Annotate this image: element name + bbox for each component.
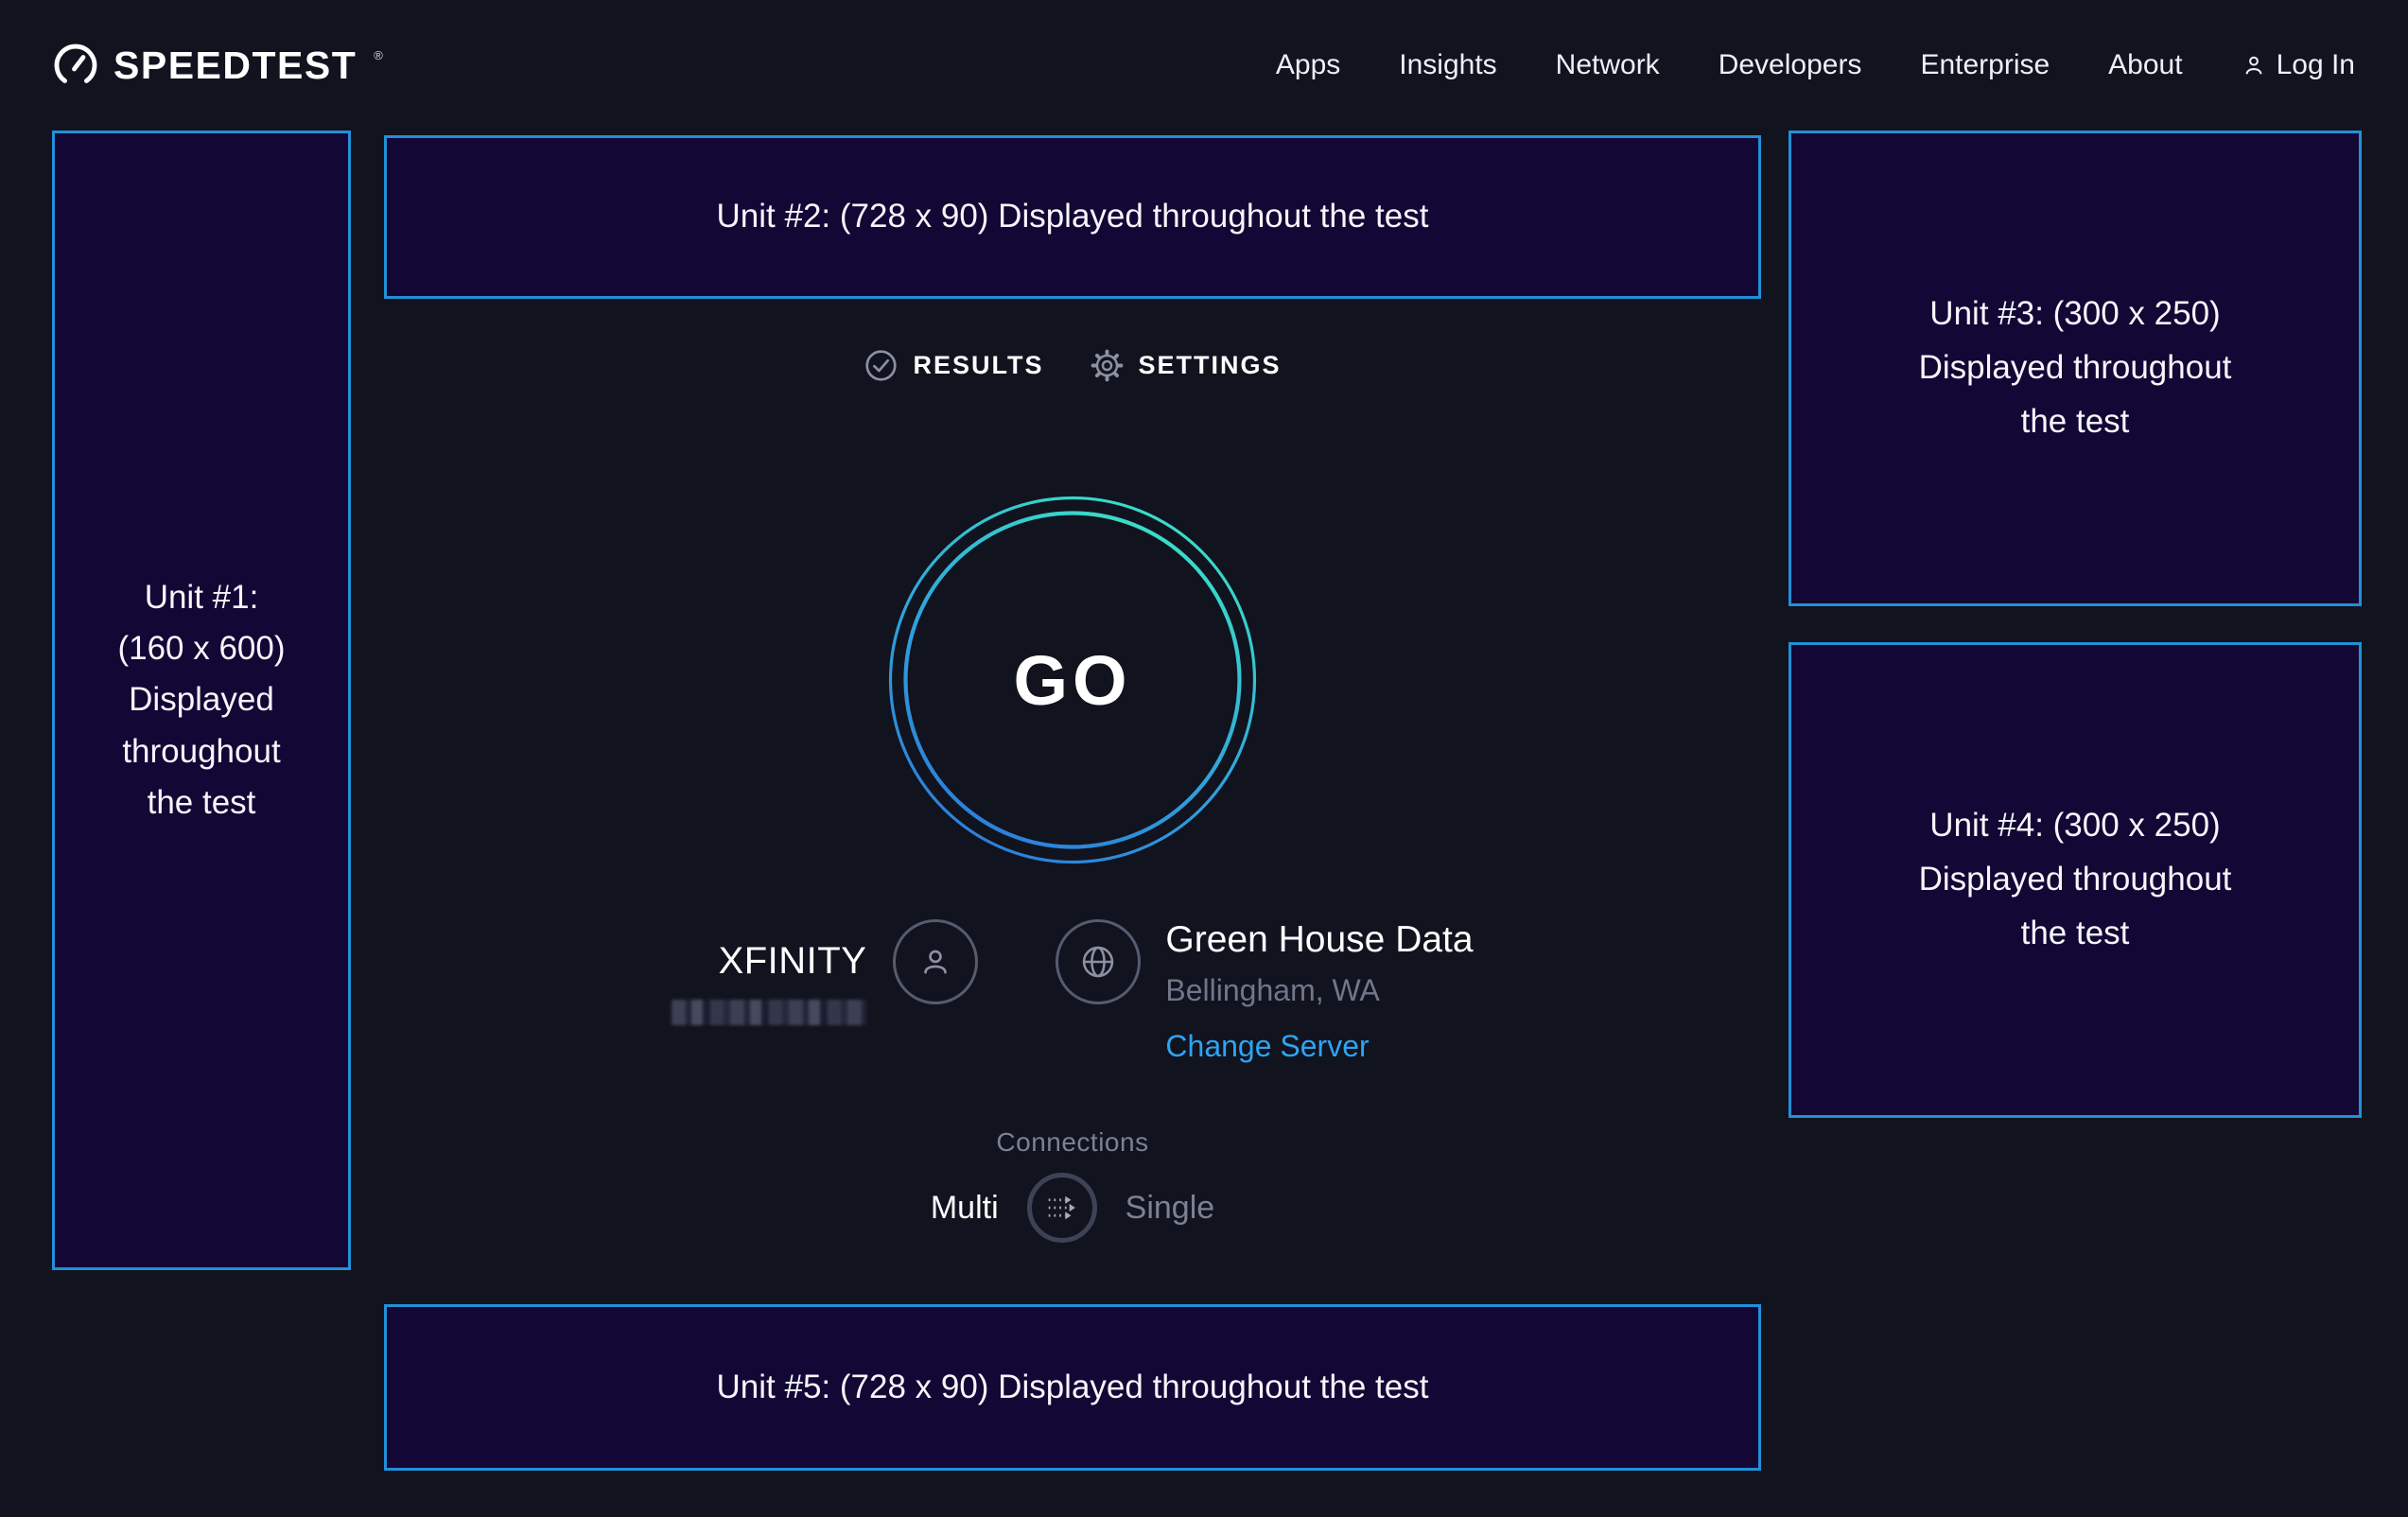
logo-text: SPEEDTEST: [113, 44, 357, 88]
nav-item-apps[interactable]: Apps: [1276, 49, 1340, 81]
server-avatar: [1056, 919, 1141, 1004]
isp-name: XFINITY: [672, 940, 866, 983]
ad-unit-3-text: Unit #3: (300 x 250) Displayed throughou…: [1919, 288, 2232, 448]
go-button[interactable]: GO: [887, 495, 1258, 865]
ad-unit-4: Unit #4: (300 x 250) Displayed throughou…: [1789, 642, 2362, 1118]
user-icon: [2242, 53, 2266, 78]
gear-icon: [1090, 348, 1125, 383]
nav-item-insights[interactable]: Insights: [1399, 49, 1496, 81]
connections-row: Multi Single: [384, 1173, 1761, 1243]
ip-redacted-blur: [672, 1000, 866, 1025]
provider-row: XFINITY Green House Data Belling: [384, 919, 1761, 1064]
nav-item-about[interactable]: About: [2108, 49, 2182, 81]
ad-unit-4-text: Unit #4: (300 x 250) Displayed throughou…: [1919, 799, 2232, 960]
navbar: SPEEDTEST ® Apps Insights Network Develo…: [0, 0, 2408, 131]
server-location: Bellingham, WA: [1165, 973, 1473, 1008]
globe-icon: [1078, 942, 1118, 982]
person-icon: [916, 943, 954, 981]
ad-unit-1-text: Unit #1: (160 x 600) Displayed throughou…: [117, 572, 285, 828]
check-circle-icon: [864, 348, 899, 383]
connections-label: Connections: [384, 1127, 1761, 1158]
isp-block: XFINITY: [672, 940, 866, 1025]
speedtest-logo[interactable]: SPEEDTEST ®: [53, 43, 383, 88]
connections-multi[interactable]: Multi: [931, 1190, 999, 1227]
change-server-link[interactable]: Change Server: [1165, 1029, 1473, 1064]
multi-connection-arrows-icon: [1041, 1187, 1083, 1229]
server-block: Green House Data Bellingham, WA Change S…: [1165, 919, 1473, 1064]
server-name: Green House Data: [1165, 919, 1473, 961]
ad-unit-2: Unit #2: (728 x 90) Displayed throughout…: [384, 135, 1761, 299]
ad-unit-1: Unit #1: (160 x 600) Displayed throughou…: [52, 131, 351, 1270]
tabs-row: RESULTS: [384, 348, 1761, 383]
tab-results-label: RESULTS: [913, 351, 1043, 380]
speedtest-page: SPEEDTEST ® Apps Insights Network Develo…: [0, 0, 2408, 1517]
connections-toggle[interactable]: [1027, 1173, 1097, 1243]
nav-item-developers[interactable]: Developers: [1719, 49, 1862, 81]
ad-unit-5: Unit #5: (728 x 90) Displayed throughout…: [384, 1304, 1761, 1471]
tab-settings-label: SETTINGS: [1139, 351, 1282, 380]
login-button[interactable]: Log In: [2242, 49, 2355, 81]
gauge-icon: [53, 43, 98, 88]
tab-results[interactable]: RESULTS: [864, 348, 1043, 383]
ad-unit-5-text: Unit #5: (728 x 90) Displayed throughout…: [717, 1362, 1429, 1413]
ad-unit-3: Unit #3: (300 x 250) Displayed throughou…: [1789, 131, 2362, 606]
logo-trademark: ®: [374, 48, 383, 62]
nav-item-enterprise[interactable]: Enterprise: [1920, 49, 2050, 81]
tab-settings[interactable]: SETTINGS: [1090, 348, 1282, 383]
nav-item-network[interactable]: Network: [1556, 49, 1660, 81]
main-nav: Apps Insights Network Developers Enterpr…: [1276, 49, 2355, 81]
isp-avatar: [893, 919, 978, 1004]
login-label: Log In: [2277, 49, 2355, 81]
ad-unit-2-text: Unit #2: (728 x 90) Displayed throughout…: [717, 191, 1429, 242]
connections-single[interactable]: Single: [1125, 1190, 1215, 1227]
go-label: GO: [887, 495, 1258, 865]
